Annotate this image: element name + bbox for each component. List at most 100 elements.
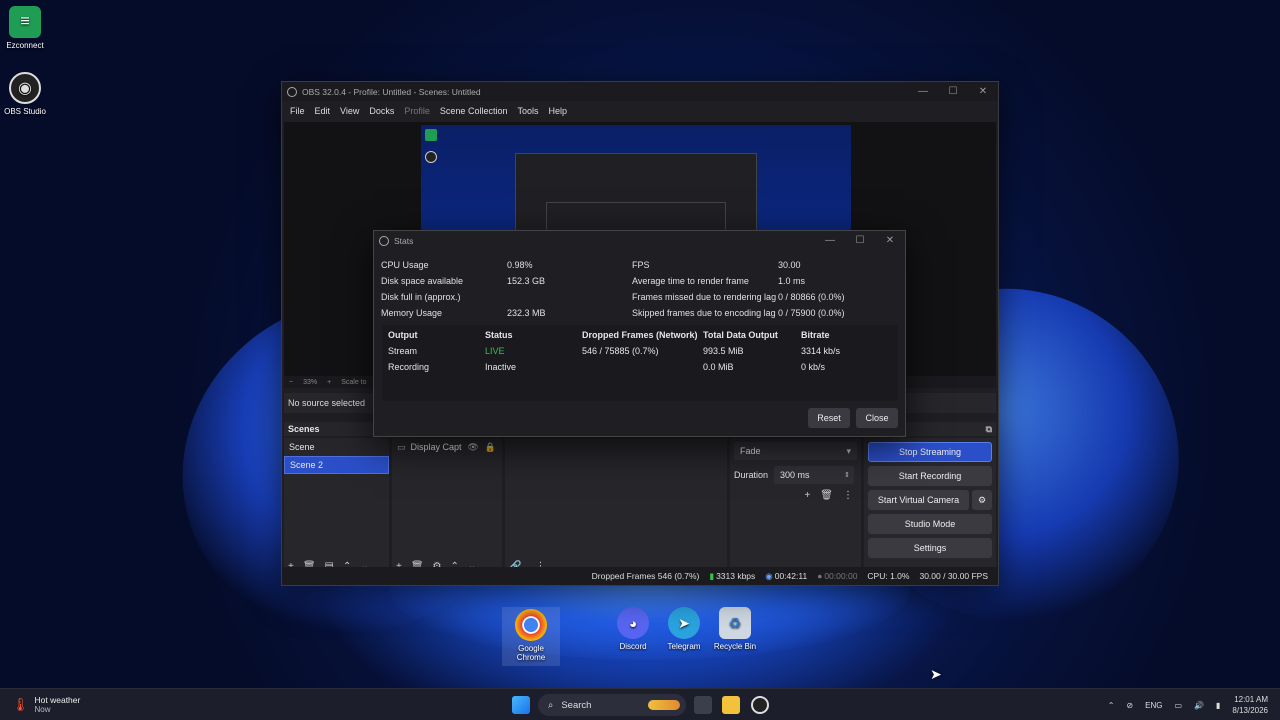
network-icon[interactable]: ▭	[1174, 701, 1182, 710]
duration-label: Duration	[734, 470, 769, 480]
chevron-up-icon[interactable]: ⌃	[1108, 701, 1115, 710]
minimize-icon[interactable]: —	[908, 86, 938, 97]
trash-icon[interactable]: 🗑	[820, 490, 833, 501]
duration-field[interactable]: 300 ms ⇕	[774, 466, 855, 484]
bitrate-status: 3313 kbps	[716, 571, 756, 581]
stepper-icon[interactable]: ⇕	[844, 471, 850, 479]
eye-icon[interactable]: 👁	[467, 442, 478, 453]
menu-docks[interactable]: Docks	[364, 106, 399, 116]
source-item[interactable]: ▭ Display Capt 👁 🔒	[392, 438, 502, 456]
scene-item-selected[interactable]: Scene 2	[284, 456, 389, 474]
fps-status: 30.00 / 30.00 FPS	[919, 571, 988, 581]
sources-dock: ▭ Display Capt 👁 🔒 + 🗑 ⚙ ⌃ ⌄	[392, 438, 502, 580]
task-view-icon[interactable]	[694, 696, 712, 714]
zoom-in-icon[interactable]: +	[327, 379, 331, 386]
desktop-icon-chrome[interactable]: Google Chrome	[502, 607, 560, 666]
stat-label: Memory Usage	[381, 308, 443, 318]
table-cell: Stream	[388, 346, 418, 356]
desktop-icon-obs[interactable]: ◉ OBS Studio	[0, 72, 55, 116]
desktop-icon-label: Google Chrome	[516, 644, 546, 662]
taskbar-search[interactable]: ⌕ Search	[538, 694, 686, 716]
stat-value: 0.98%	[507, 260, 533, 270]
obs-logo-icon	[287, 86, 297, 97]
telegram-icon: ➤	[668, 607, 700, 639]
stat-label: Disk full in (approx.)	[381, 292, 461, 302]
menu-view[interactable]: View	[335, 106, 364, 116]
battery-icon[interactable]: ▮	[1216, 701, 1220, 710]
start-icon[interactable]	[512, 696, 530, 714]
studio-mode-button[interactable]: Studio Mode	[868, 514, 992, 534]
stat-label: Skipped frames due to encoding lag	[632, 308, 776, 318]
chevron-down-icon: ▾	[846, 445, 851, 456]
zoom-out-icon[interactable]: −	[289, 379, 293, 386]
clock[interactable]: 12:01 AM 8/13/2026	[1232, 694, 1268, 716]
close-icon[interactable]: ✕	[875, 235, 905, 246]
stop-streaming-button[interactable]: Stop Streaming	[868, 442, 992, 462]
broadcast-icon: ◉	[765, 570, 773, 581]
settings-button[interactable]: Settings	[868, 538, 992, 558]
scenes-dock-title: Scenes	[288, 424, 320, 434]
obs-titlebar[interactable]: OBS 32.0.4 - Profile: Untitled - Scenes:…	[282, 82, 998, 101]
taskbar: 🌡 Hot weather Now ⌕ Search ⌃ ⊘ ENG ▭ 🔊 ▮…	[0, 688, 1280, 720]
live-status-badge: LIVE	[485, 346, 505, 356]
maximize-icon[interactable]: ☐	[845, 235, 875, 246]
search-highlight-icon	[648, 700, 680, 710]
discord-icon: ◕	[617, 607, 649, 639]
menu-tools[interactable]: Tools	[512, 106, 543, 116]
obs-icon: ◉	[9, 72, 41, 104]
monitor-icon: ▭	[397, 441, 406, 452]
table-cell: 0 kb/s	[801, 362, 826, 372]
obs-taskbar-icon[interactable]	[751, 696, 769, 714]
minimize-icon[interactable]: —	[815, 235, 845, 246]
start-recording-button[interactable]: Start Recording	[868, 466, 992, 486]
stat-label: Average time to render frame	[632, 276, 749, 286]
scale-to-label[interactable]: Scale to	[341, 379, 366, 386]
close-button[interactable]: Close	[856, 408, 898, 428]
menu-scene-collection[interactable]: Scene Collection	[435, 106, 513, 116]
language-indicator[interactable]: ENG	[1145, 701, 1162, 710]
file-explorer-icon[interactable]	[722, 696, 740, 714]
table-header: Dropped Frames (Network)	[582, 330, 698, 340]
table-cell: 546 / 75885 (0.7%)	[582, 346, 659, 356]
close-icon[interactable]: ✕	[968, 86, 998, 97]
add-icon[interactable]: +	[804, 490, 810, 501]
desktop-icon-recycle-bin[interactable]: ♻ Recycle Bin	[705, 607, 765, 651]
thermometer-icon: 🌡	[12, 696, 29, 712]
more-vertical-icon[interactable]: ⋮	[843, 490, 853, 501]
stat-label: Frames missed due to rendering lag	[632, 292, 777, 302]
dock-float-icon[interactable]: ⧉	[986, 424, 992, 435]
menu-help[interactable]: Help	[543, 106, 572, 116]
reset-button[interactable]: Reset	[808, 408, 850, 428]
transition-select[interactable]: Fade ▾	[734, 442, 857, 460]
start-virtual-camera-button[interactable]: Start Virtual Camera	[868, 490, 969, 510]
ezconnect-icon: ≡	[9, 6, 41, 38]
desktop-icon-ezconnect[interactable]: ≡ Ezconnect	[0, 6, 55, 50]
menu-file[interactable]: File	[285, 106, 310, 116]
location-off-icon[interactable]: ⊘	[1126, 701, 1133, 710]
output-table: Output Status Dropped Frames (Network) T…	[382, 325, 898, 401]
mouse-cursor-icon: ➤	[930, 666, 942, 682]
stat-value: 1.0 ms	[778, 276, 806, 286]
maximize-icon[interactable]: ☐	[938, 86, 968, 97]
menu-profile[interactable]: Profile	[399, 106, 435, 116]
stat-label: Disk space available	[381, 276, 464, 286]
desktop-icon-label: Recycle Bin	[713, 642, 757, 651]
search-label: Search	[561, 699, 592, 711]
gear-icon[interactable]: ⚙	[972, 490, 992, 510]
scene-item[interactable]: Scene	[284, 438, 389, 456]
weather-widget[interactable]: 🌡 Hot weather Now	[12, 695, 80, 714]
zoom-level: 33%	[303, 378, 318, 386]
table-cell: 993.5 MiB	[703, 346, 744, 356]
menu-edit[interactable]: Edit	[310, 106, 336, 116]
cpu-status: CPU: 1.0%	[867, 571, 910, 581]
window-title: OBS 32.0.4 - Profile: Untitled - Scenes:…	[302, 86, 481, 97]
preview-obs-icon	[425, 151, 437, 163]
stats-titlebar[interactable]: Stats — ☐ ✕	[374, 231, 905, 250]
record-icon: ●	[817, 571, 823, 581]
table-header: Output	[388, 330, 418, 340]
duration-value: 300 ms	[780, 470, 810, 480]
volume-icon[interactable]: 🔊	[1194, 701, 1204, 710]
no-source-label: No source selected	[288, 398, 366, 408]
lock-icon[interactable]: 🔒	[485, 442, 496, 453]
weather-title: Hot weather	[34, 695, 81, 705]
